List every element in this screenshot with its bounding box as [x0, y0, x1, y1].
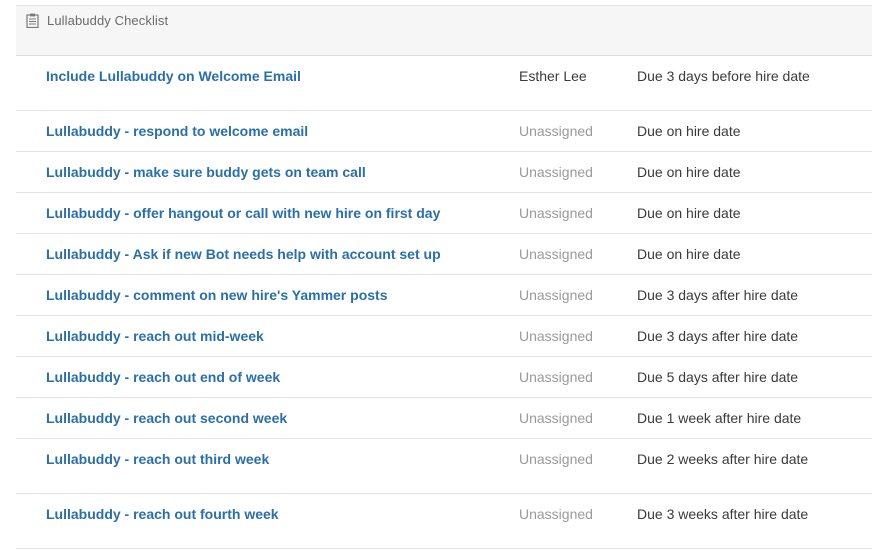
- task-assignee-unassigned: Unassigned: [519, 164, 593, 180]
- task-due-date: Due 2 weeks after hire date: [637, 451, 809, 467]
- checklist-header: Lullabuddy Checklist: [16, 5, 872, 56]
- task-name-link[interactable]: Lullabuddy - offer hangout or call with …: [46, 205, 440, 221]
- task-due-date: Due 5 days after hire date: [637, 369, 799, 385]
- task-name-link[interactable]: Lullabuddy - reach out mid-week: [46, 328, 264, 344]
- task-name-link[interactable]: Lullabuddy - reach out second week: [46, 410, 287, 426]
- task-assignee-unassigned: Unassigned: [519, 451, 593, 467]
- task-assignee-unassigned: Unassigned: [519, 410, 593, 426]
- task-name-link[interactable]: Lullabuddy - make sure buddy gets on tea…: [46, 164, 366, 180]
- task-name-link[interactable]: Lullabuddy - respond to welcome email: [46, 123, 308, 139]
- task-row: Lullabuddy - offer hangout or call with …: [16, 193, 872, 234]
- task-row: Lullabuddy - Ask if new Bot needs help w…: [16, 234, 872, 275]
- task-due-date: Due 3 days after hire date: [637, 287, 799, 303]
- task-row: Lullabuddy - reach out third week Unassig…: [16, 439, 872, 494]
- task-name-link[interactable]: Lullabuddy - reach out fourth week: [46, 506, 279, 522]
- task-due-date: Due 1 week after hire date: [637, 410, 802, 426]
- task-row: Lullabuddy - reach out mid-week Unassigne…: [16, 316, 872, 357]
- task-due-date: Due 3 days before hire date: [637, 68, 810, 84]
- task-name-link[interactable]: Lullabuddy - reach out third week: [46, 451, 269, 467]
- task-row: Lullabuddy - reach out end of week Unassi…: [16, 357, 872, 398]
- task-assignee-unassigned: Unassigned: [519, 246, 593, 262]
- task-row: Lullabuddy - respond to welcome email Una…: [16, 111, 872, 152]
- task-due-date: Due on hire date: [637, 205, 741, 221]
- task-row: Lullabuddy - reach out second week Unassi…: [16, 398, 872, 439]
- task-name-link[interactable]: Lullabuddy - reach out end of week: [46, 369, 280, 385]
- task-row: Lullabuddy - make sure buddy gets on tea…: [16, 152, 872, 193]
- task-due-date: Due on hire date: [637, 164, 741, 180]
- task-row: Include Lullabuddy on Welcome Email Esthe…: [16, 56, 872, 111]
- task-row: Lullabuddy - reach out fourth week Unassi…: [16, 494, 872, 549]
- task-assignee: Esther Lee: [519, 68, 587, 84]
- task-due-date: Due 3 weeks after hire date: [637, 506, 809, 522]
- task-assignee-unassigned: Unassigned: [519, 506, 593, 522]
- task-name-link[interactable]: Lullabuddy - comment on new hire's Yamme…: [46, 287, 387, 303]
- clipboard-icon: [26, 13, 39, 29]
- task-assignee-unassigned: Unassigned: [519, 287, 593, 303]
- task-assignee-unassigned: Unassigned: [519, 123, 593, 139]
- task-row: Lullabuddy - comment on new hire's Yamme…: [16, 275, 872, 316]
- task-list: Include Lullabuddy on Welcome Email Esthe…: [16, 56, 872, 549]
- task-name-link[interactable]: Lullabuddy - Ask if new Bot needs help w…: [46, 246, 441, 262]
- task-name-link[interactable]: Include Lullabuddy on Welcome Email: [46, 68, 301, 84]
- task-assignee-unassigned: Unassigned: [519, 328, 593, 344]
- task-due-date: Due on hire date: [637, 246, 741, 262]
- checklist-panel: Lullabuddy Checklist Include Lullabuddy …: [16, 5, 872, 549]
- checklist-title: Lullabuddy Checklist: [47, 13, 169, 28]
- task-assignee-unassigned: Unassigned: [519, 205, 593, 221]
- task-due-date: Due on hire date: [637, 123, 741, 139]
- task-due-date: Due 3 days after hire date: [637, 328, 799, 344]
- task-assignee-unassigned: Unassigned: [519, 369, 593, 385]
